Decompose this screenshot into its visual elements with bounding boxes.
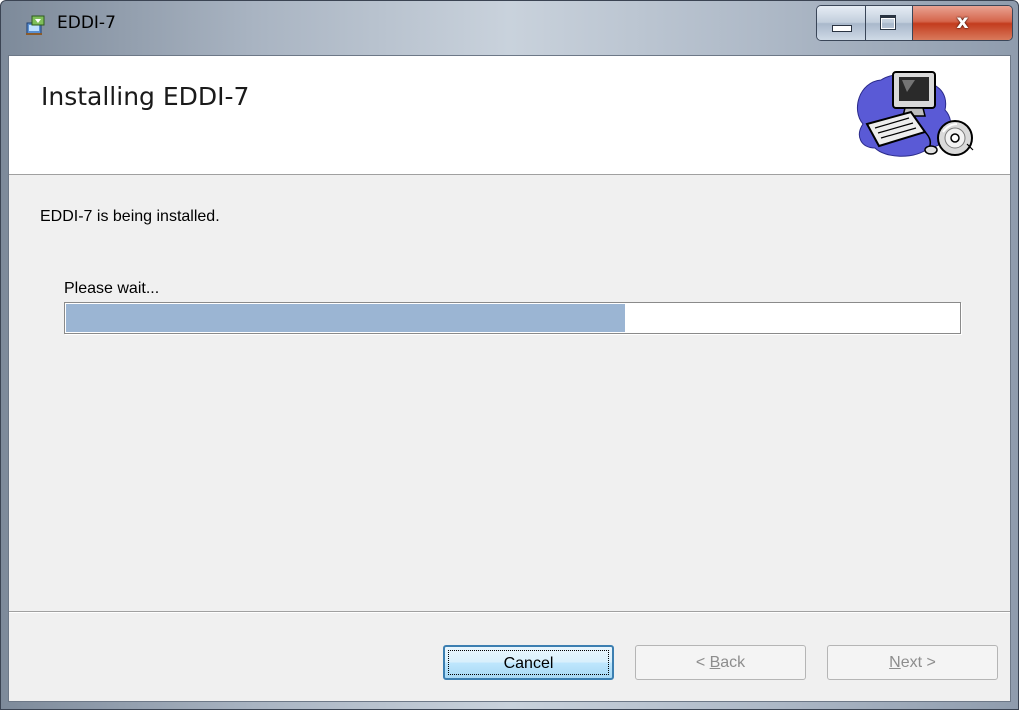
header-banner: Installing EDDI-7 xyxy=(9,56,1010,175)
focus-ring xyxy=(448,650,609,675)
next-button[interactable]: Next > xyxy=(827,645,998,680)
maximize-icon xyxy=(880,15,896,30)
install-progress-bar xyxy=(64,302,961,334)
page-title: Installing EDDI-7 xyxy=(41,82,250,111)
install-status-text: EDDI-7 is being installed. xyxy=(40,208,220,225)
cancel-button[interactable]: Cancel xyxy=(443,645,614,680)
dialog-client-area: Installing EDDI-7 EDDI-7 is being instal… xyxy=(8,55,1011,702)
title-bar[interactable]: EDDI-7 x xyxy=(1,1,1018,55)
installer-icon xyxy=(26,15,45,35)
back-button-rest: ack xyxy=(720,654,746,671)
back-button-prefix: < xyxy=(695,654,710,671)
window-title: EDDI-7 xyxy=(57,13,116,33)
please-wait-label: Please wait... xyxy=(64,280,160,297)
next-button-mnemonic: N xyxy=(889,654,901,671)
minimize-icon xyxy=(832,25,852,32)
maximize-button[interactable] xyxy=(866,6,913,40)
close-icon: x xyxy=(956,11,969,33)
back-button[interactable]: < Back xyxy=(635,645,806,680)
computer-disc-icon xyxy=(856,71,974,157)
footer-divider xyxy=(9,611,1010,613)
back-button-mnemonic: B xyxy=(709,654,721,671)
progress-fill xyxy=(66,304,625,332)
minimize-button[interactable] xyxy=(817,6,866,40)
caption-buttons: x xyxy=(816,5,1013,41)
next-button-rest: ext > xyxy=(900,654,936,671)
close-button[interactable]: x xyxy=(913,6,1012,40)
installer-window: EDDI-7 x Installing EDDI-7 EDDI-7 is bei… xyxy=(0,0,1019,710)
